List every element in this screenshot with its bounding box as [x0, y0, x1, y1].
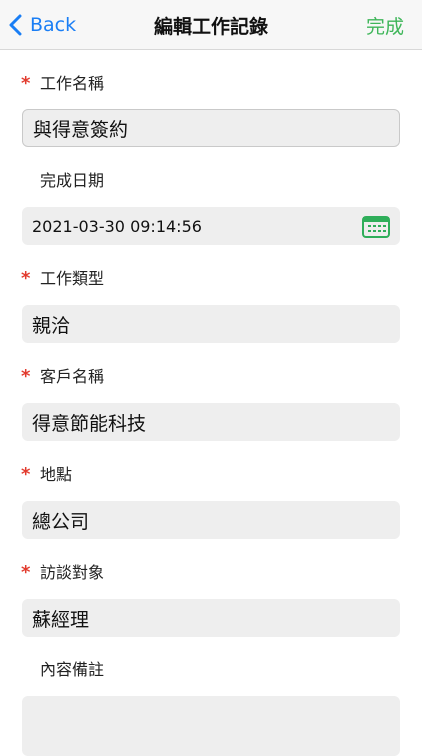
navigation-bar: Back 編輯工作記錄 完成: [0, 0, 422, 50]
location-input[interactable]: 總公司: [22, 501, 400, 539]
required-mark: *: [21, 73, 31, 94]
required-mark: *: [21, 268, 31, 289]
required-mark: *: [21, 562, 31, 583]
work-name-input[interactable]: 與得意簽約: [22, 109, 400, 147]
interviewee-input[interactable]: 蘇經理: [22, 599, 400, 637]
customer-name-select[interactable]: 得意節能科技: [22, 403, 400, 441]
done-button[interactable]: 完成: [366, 12, 404, 39]
required-mark: *: [21, 366, 31, 387]
calendar-icon[interactable]: [362, 216, 390, 238]
page-title: 編輯工作記錄: [153, 16, 268, 38]
completion-date-value: 2021-03-30 09:14:56: [32, 216, 202, 236]
completion-date-field[interactable]: 2021-03-30 09:14:56: [22, 207, 400, 245]
work-type-select[interactable]: 親洽: [22, 305, 400, 343]
notes-textarea[interactable]: [22, 696, 400, 756]
required-mark: *: [21, 464, 31, 485]
